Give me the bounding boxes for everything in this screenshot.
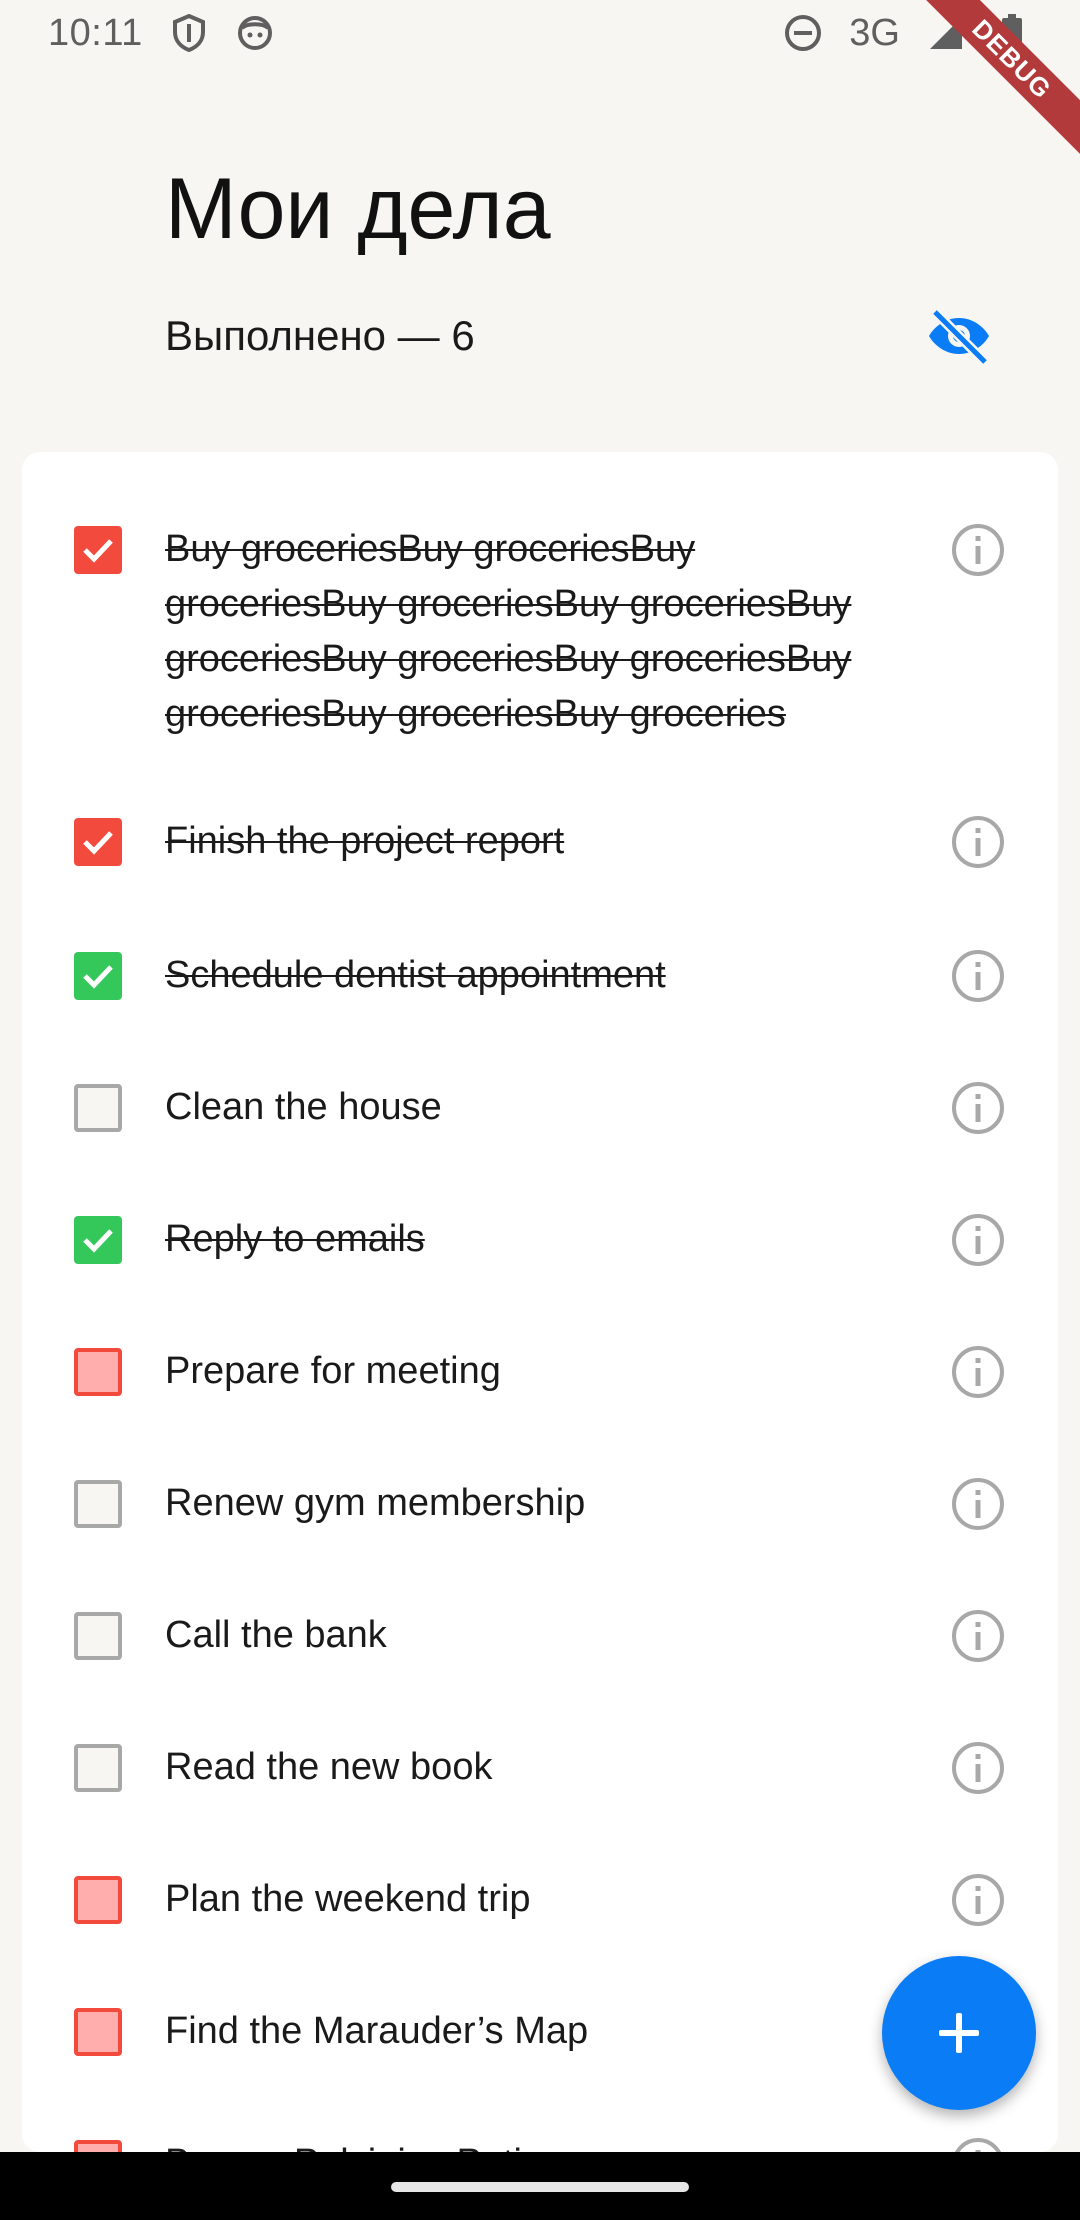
info-icon [952,1214,1004,1266]
info-button[interactable] [950,1344,1006,1400]
task-checkbox[interactable] [74,1612,122,1660]
check-icon [83,831,113,855]
info-icon [954,2138,1002,2152]
plus-icon [939,2013,979,2053]
task-text[interactable]: Find the Marauder’s Map [165,2004,895,2059]
task-checkbox[interactable] [74,2008,122,2056]
visibility-off-icon [929,308,989,364]
task-checkbox[interactable] [74,1876,122,1924]
status-left: 10:11 [48,12,275,55]
task-checkbox[interactable] [74,1744,122,1792]
task-text[interactable]: Reply to emails [165,1212,895,1267]
info-icon [952,950,1004,1002]
task-checkbox[interactable] [74,818,122,866]
check-icon [83,539,113,563]
completed-count: Выполнено — 6 [165,312,475,359]
info-button[interactable] [950,814,1006,870]
info-icon [952,1874,1004,1926]
task-text[interactable]: Schedule dentist appointment [165,948,895,1003]
add-task-button[interactable] [882,1956,1036,2110]
info-button[interactable] [950,1608,1006,1664]
info-icon [952,1478,1004,1530]
info-icon [952,524,1004,576]
status-bar: 10:11 3G [0,0,1080,66]
task-checkbox[interactable] [74,1216,122,1264]
check-icon [83,1229,113,1253]
task-text[interactable]: Prepare for meeting [165,1344,895,1399]
task-text[interactable]: Buy groceriesBuy groceriesBuy groceriesB… [165,522,895,742]
status-time: 10:11 [48,11,143,54]
task-list: Buy groceriesBuy groceriesBuy groceriesB… [22,452,1058,2152]
task-text[interactable]: Read the new book [165,1740,895,1795]
task-checkbox[interactable] [74,1348,122,1396]
info-icon [952,1082,1004,1134]
task-text[interactable]: Clean the house [165,1080,895,1135]
info-button[interactable] [950,1872,1006,1928]
android-face-icon [235,13,275,53]
task-checkbox[interactable] [74,952,122,1000]
completed-row: Выполнено — 6 [165,300,995,372]
check-icon [83,965,113,989]
info-button[interactable] [950,1080,1006,1136]
task-checkbox[interactable] [74,2140,122,2152]
page-title: Мои дела [165,161,551,257]
debug-banner: DEBUG [920,0,1080,160]
info-icon [952,1610,1004,1662]
task-checkbox[interactable] [74,1084,122,1132]
info-button[interactable] [950,2136,1006,2152]
task-text[interactable]: Call the bank [165,1608,895,1663]
do-not-disturb-icon [783,13,823,53]
info-button[interactable] [950,1476,1006,1532]
info-button[interactable] [950,1740,1006,1796]
home-gesture-handle[interactable] [391,2182,689,2192]
info-icon [952,1742,1004,1794]
task-text[interactable]: Plan the weekend trip [165,1872,895,1927]
info-icon [952,1346,1004,1398]
network-type: 3G [849,11,900,54]
task-text[interactable]: Renew gym membership [165,1476,895,1531]
task-checkbox[interactable] [74,526,122,574]
shield-icon [169,13,209,53]
navigation-bar [0,2152,1080,2220]
task-text[interactable]: Finish the project report [165,814,895,869]
info-button[interactable] [950,522,1006,578]
task-checkbox[interactable] [74,1480,122,1528]
info-icon [952,816,1004,868]
toggle-visibility-button[interactable] [923,300,995,372]
info-button[interactable] [950,1212,1006,1268]
info-button[interactable] [950,948,1006,1004]
debug-banner-label: DEBUG [920,0,1080,158]
task-text[interactable]: Brew a Polyjuice Potion [165,2136,895,2152]
